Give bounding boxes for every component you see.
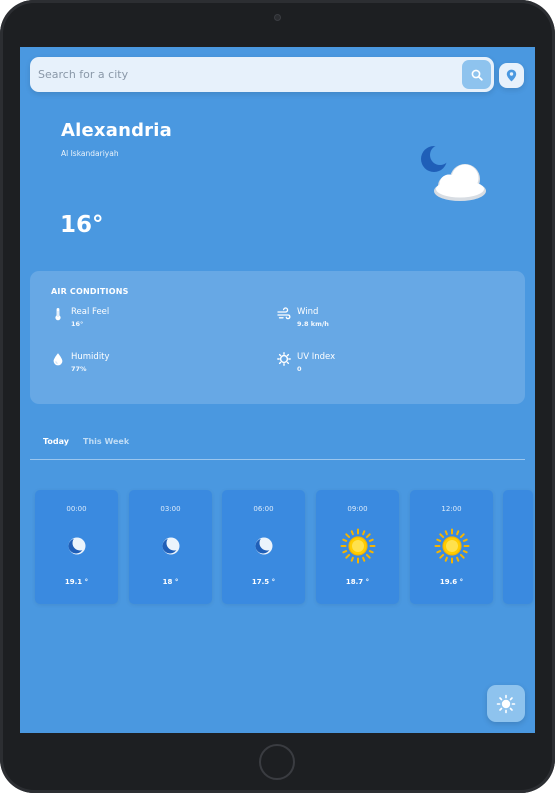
forecast-time: 06:00	[253, 505, 274, 513]
sun-outline-icon	[277, 352, 291, 366]
droplet-icon	[53, 353, 63, 366]
air-conditions-title: AIR CONDITIONS	[51, 287, 129, 296]
camera	[274, 14, 281, 21]
moon-icon	[255, 537, 273, 555]
search-bar	[30, 57, 494, 92]
air-conditions-card: AIR CONDITIONS Real Feel 16° Wind 9.8 km…	[30, 271, 525, 404]
current-temperature: 16°	[60, 212, 104, 238]
location-button[interactable]	[499, 63, 524, 88]
wind-label: Wind	[297, 307, 319, 317]
real-feel-value: 16°	[71, 320, 84, 328]
forecast-time: 00:00	[66, 505, 87, 513]
moon-icon	[68, 537, 86, 555]
forecast-temp: 18.7 °	[345, 578, 370, 586]
theme-toggle-button[interactable]	[487, 685, 525, 722]
forecast-temp: 19.1 °	[64, 578, 89, 586]
forecast-card[interactable]: 00:00 19.1 °	[35, 490, 118, 604]
search-icon	[471, 69, 483, 81]
app-screen: Alexandria Al Iskandariyah 16° AIR	[20, 47, 535, 733]
forecast-card[interactable]: 03:00 18 °	[129, 490, 212, 604]
tab-this-week[interactable]: This Week	[83, 437, 129, 446]
moon-icon	[162, 537, 180, 555]
forecast-temp: 19.6 °	[439, 578, 464, 586]
forecast-temp: 18 °	[162, 578, 179, 586]
forecast-temp: 17.5 °	[251, 578, 276, 586]
tabs-divider	[30, 459, 525, 460]
wind-icon	[277, 307, 291, 320]
moon-cloud-icon	[421, 146, 486, 201]
search-input[interactable]	[38, 57, 458, 92]
forecast-time: 12:00	[441, 505, 462, 513]
forecast-card[interactable]: 09:00 18.7 °	[316, 490, 399, 604]
forecast-time: 09:00	[347, 505, 368, 513]
tab-today[interactable]: Today	[43, 437, 69, 446]
tablet-frame: Alexandria Al Iskandariyah 16° AIR	[0, 0, 555, 793]
home-button[interactable]	[259, 744, 295, 780]
forecast-card[interactable]: 06:00 17.5 °	[222, 490, 305, 604]
map-pin-icon	[506, 69, 517, 82]
city-name: Alexandria	[61, 120, 172, 141]
thermometer-icon	[55, 308, 61, 321]
sun-icon	[340, 528, 376, 564]
sun-icon	[434, 528, 470, 564]
sun-toggle-icon	[496, 694, 516, 713]
humidity-label: Humidity	[71, 352, 110, 362]
forecast-card[interactable]: 12:00 19.6 °	[410, 490, 493, 604]
forecast-time: 03:00	[160, 505, 181, 513]
uv-index-label: UV Index	[297, 352, 336, 362]
wind-value: 9.8 km/h	[297, 320, 329, 328]
real-feel-label: Real Feel	[71, 307, 110, 317]
uv-index-value: 0	[297, 365, 302, 373]
humidity-value: 77%	[71, 365, 87, 373]
search-button[interactable]	[462, 60, 491, 89]
forecast-card-partial[interactable]	[503, 490, 533, 604]
region-name: Al Iskandariyah	[61, 149, 119, 158]
